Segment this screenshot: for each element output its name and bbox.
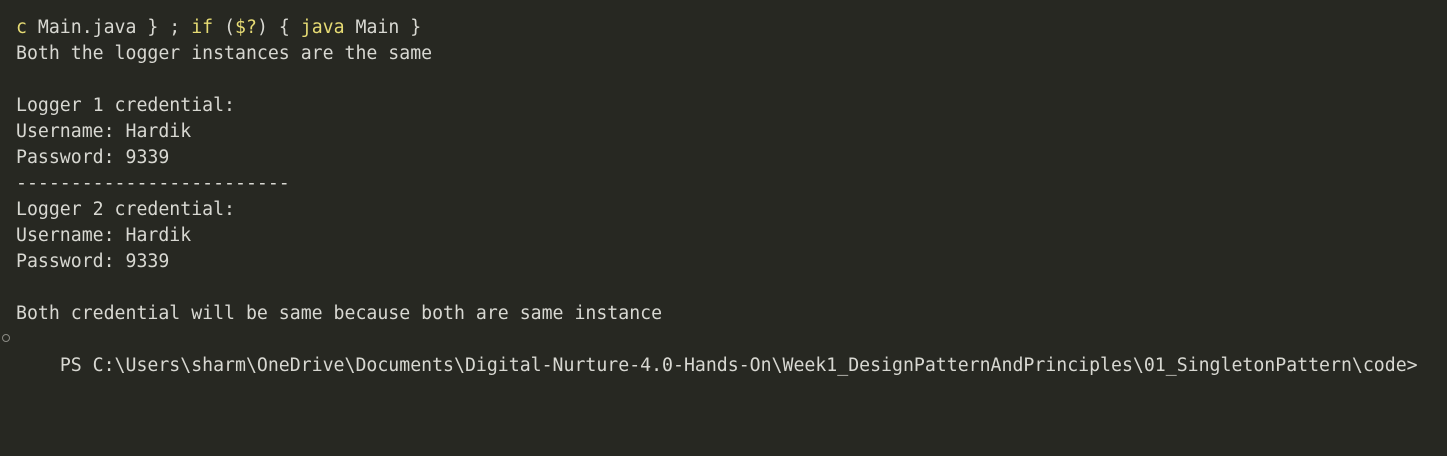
command-line: c Main.java } ; if ($?) { java Main } bbox=[16, 15, 1447, 41]
command-decoration-icon[interactable] bbox=[2, 334, 10, 342]
command-if-keyword: if bbox=[180, 17, 214, 38]
command-end-brace: } bbox=[399, 17, 422, 38]
output-line: Password: 9339 bbox=[16, 147, 170, 168]
command-paren-open: ( bbox=[213, 17, 236, 38]
command-main-arg: Main bbox=[344, 17, 400, 38]
command-open-brace: { bbox=[267, 17, 290, 38]
output-line: Username: Hardik bbox=[16, 121, 192, 142]
terminal-output[interactable]: c Main.java } ; if ($?) { java Main } Bo… bbox=[2, 15, 1447, 376]
output-line: Both credential will be same because bot… bbox=[16, 303, 663, 324]
command-file: Main.java bbox=[26, 17, 137, 38]
command-paren-close: ) bbox=[256, 17, 268, 38]
output-line: Logger 2 credential: bbox=[16, 199, 235, 220]
command-brace: } bbox=[136, 17, 159, 38]
prompt-text: PS C:\Users\sharm\OneDrive\Documents\Dig… bbox=[59, 355, 1418, 376]
command-status-variable: $? bbox=[235, 17, 257, 38]
command-semicolon: ; bbox=[158, 17, 181, 38]
output-line: Password: 9339 bbox=[16, 251, 170, 272]
output-line: Username: Hardik bbox=[16, 225, 192, 246]
command-java-keyword: java bbox=[289, 17, 345, 38]
command-token: c bbox=[16, 17, 27, 38]
output-line: Both the logger instances are the same bbox=[16, 43, 433, 64]
output-line: Logger 1 credential: bbox=[16, 95, 235, 116]
prompt-line[interactable]: PS C:\Users\sharm\OneDrive\Documents\Dig… bbox=[2, 327, 1447, 376]
output-line: ------------------------- bbox=[16, 173, 290, 194]
